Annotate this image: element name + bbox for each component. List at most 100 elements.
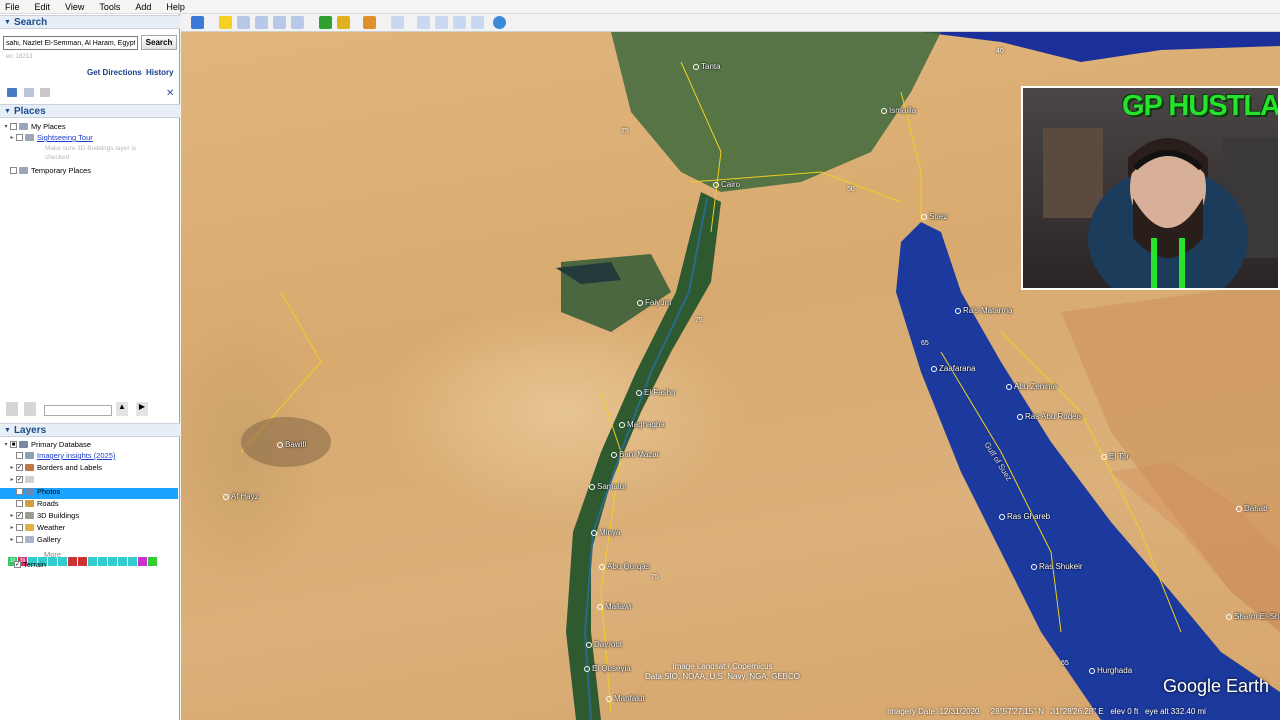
sun-icon[interactable] bbox=[337, 16, 350, 29]
city-label[interactable]: Al Hayz bbox=[223, 492, 259, 501]
layer-places[interactable]: ▸ ✓ Places bbox=[8, 474, 59, 485]
menu-help[interactable]: Help bbox=[165, 2, 186, 12]
checkbox[interactable] bbox=[16, 524, 23, 531]
expand-icon[interactable]: ▾ bbox=[2, 441, 10, 448]
print-icon[interactable] bbox=[40, 88, 50, 97]
city-label[interactable]: Hurghada bbox=[1089, 666, 1132, 675]
menu-view[interactable]: View bbox=[64, 2, 85, 12]
tree-item-my-places[interactable]: ▾ My Places bbox=[2, 121, 65, 132]
places-header[interactable]: ▼ Places bbox=[0, 104, 180, 118]
checkbox[interactable] bbox=[16, 536, 23, 543]
checkbox[interactable]: ✓ bbox=[16, 464, 23, 471]
history-link[interactable]: History bbox=[146, 68, 174, 77]
get-directions-link[interactable]: Get Directions bbox=[87, 68, 142, 77]
menu-edit[interactable]: Edit bbox=[34, 2, 52, 12]
city-label[interactable]: Ras Abu Rudeis bbox=[1017, 412, 1082, 421]
save-image-icon[interactable] bbox=[453, 16, 466, 29]
expand-icon[interactable]: ▸ bbox=[8, 476, 16, 483]
city-label[interactable]: Sharm El-Sheikh bbox=[1226, 612, 1280, 621]
historical-imagery-icon[interactable] bbox=[319, 16, 332, 29]
city-label[interactable]: Minya bbox=[591, 528, 620, 537]
city-label[interactable]: Ras Ghareb bbox=[999, 512, 1050, 521]
sidebar-toggle-icon[interactable] bbox=[191, 16, 204, 29]
city-label[interactable]: El Fashn bbox=[636, 388, 676, 397]
layer-imagery-insights[interactable]: Imagery insights (2025) bbox=[8, 450, 115, 461]
city-label[interactable]: Mallawi bbox=[597, 602, 632, 611]
city-label[interactable]: Zaafarana bbox=[931, 364, 975, 373]
expand-icon[interactable]: ▸ bbox=[8, 512, 16, 519]
city-label[interactable]: El Quseyia bbox=[584, 664, 631, 673]
tree-item-sightseeing-tour[interactable]: ▸ Sightseeing Tour bbox=[8, 132, 93, 143]
panel-icon[interactable] bbox=[24, 402, 36, 416]
path-icon[interactable] bbox=[255, 16, 268, 29]
checkbox[interactable] bbox=[16, 500, 23, 507]
city-label[interactable]: Bani Mazar bbox=[611, 450, 659, 459]
layers-header[interactable]: ▼ Layers bbox=[0, 423, 180, 437]
city-label[interactable]: Dahab bbox=[1236, 504, 1268, 513]
arrow-up-icon[interactable]: ▲ bbox=[116, 402, 128, 416]
city-label[interactable]: Ras Shukeir bbox=[1031, 562, 1083, 571]
search-button[interactable]: Search bbox=[141, 35, 177, 50]
layer-more[interactable]: More bbox=[44, 549, 61, 560]
city-label[interactable]: Ra's Matarma bbox=[955, 306, 1013, 315]
menu-tools[interactable]: Tools bbox=[98, 2, 121, 12]
expand-icon[interactable]: ▸ bbox=[8, 464, 16, 471]
search-icon[interactable] bbox=[6, 402, 18, 416]
search-header[interactable]: ▼ Search bbox=[0, 15, 180, 29]
menu-file[interactable]: File bbox=[4, 2, 21, 12]
layer-gallery[interactable]: ▸ Gallery bbox=[8, 534, 60, 545]
copy-icon[interactable] bbox=[24, 88, 34, 97]
tree-item-temporary-places[interactable]: Temporary Places bbox=[2, 165, 91, 176]
city-label[interactable]: Faiyum bbox=[637, 298, 671, 307]
search-input[interactable] bbox=[3, 36, 138, 50]
layer-photos[interactable]: Photos bbox=[8, 486, 60, 497]
city-label[interactable]: Abu Zenima bbox=[1006, 382, 1057, 391]
city-label[interactable]: Abu Qurqas bbox=[599, 562, 650, 571]
city-label[interactable]: Maghagha bbox=[619, 420, 665, 429]
polygon-icon[interactable] bbox=[237, 16, 250, 29]
layer-borders-labels[interactable]: ▸ ✓ Borders and Labels bbox=[8, 462, 102, 473]
expand-icon[interactable]: ▾ bbox=[2, 123, 10, 130]
city-label[interactable]: Samalut bbox=[589, 482, 626, 491]
layer-3d-buildings[interactable]: ▸ ✓ 3D Buildings bbox=[8, 510, 79, 521]
tour-icon[interactable] bbox=[291, 16, 304, 29]
checkbox[interactable]: ✓ bbox=[16, 476, 23, 483]
email-icon[interactable] bbox=[417, 16, 430, 29]
placemark-icon[interactable] bbox=[219, 16, 232, 29]
overlay-icon[interactable] bbox=[273, 16, 286, 29]
city-label[interactable]: El Tor bbox=[1101, 452, 1129, 461]
checkbox[interactable] bbox=[16, 134, 23, 141]
earth-icon[interactable] bbox=[493, 16, 506, 29]
city-label[interactable]: Ismailia bbox=[881, 106, 916, 115]
checkbox[interactable] bbox=[10, 167, 17, 174]
layer-roads[interactable]: Roads bbox=[8, 498, 59, 509]
checkbox[interactable]: ✓ bbox=[14, 561, 21, 568]
checkbox[interactable]: ✓ bbox=[16, 512, 23, 519]
menu-add[interactable]: Add bbox=[134, 2, 152, 12]
city-label[interactable]: Manfalut bbox=[606, 694, 645, 703]
layer-search-input[interactable] bbox=[44, 405, 112, 416]
checkbox[interactable] bbox=[16, 452, 23, 459]
expand-icon[interactable]: ▸ bbox=[8, 536, 16, 543]
checkbox[interactable] bbox=[16, 488, 23, 495]
expand-icon[interactable]: ▸ bbox=[8, 134, 16, 141]
ruler-icon[interactable] bbox=[391, 16, 404, 29]
city-label[interactable]: Dayrout bbox=[586, 640, 622, 649]
arrow-right-icon[interactable]: ▶ bbox=[136, 402, 148, 416]
close-icon[interactable]: ✕ bbox=[166, 88, 174, 99]
maps-icon[interactable] bbox=[471, 16, 484, 29]
planets-icon[interactable] bbox=[363, 16, 376, 29]
layer-weather[interactable]: ▸ Weather bbox=[8, 522, 65, 533]
print-icon[interactable] bbox=[435, 16, 448, 29]
folder-icon[interactable] bbox=[7, 88, 17, 97]
city-label[interactable]: Suez bbox=[921, 212, 947, 221]
city-label[interactable]: Tanta bbox=[693, 62, 721, 71]
expand-icon[interactable]: ▸ bbox=[8, 524, 16, 531]
checkbox[interactable]: ■ bbox=[10, 441, 17, 448]
city-label[interactable]: Bawiti bbox=[277, 440, 306, 449]
layer-primary-database[interactable]: ▾ ■ Primary Database bbox=[2, 439, 91, 450]
layer-terrain[interactable]: ✓ Terrain bbox=[14, 559, 46, 570]
city-label[interactable]: Cairo bbox=[713, 180, 740, 189]
checkbox[interactable] bbox=[10, 123, 17, 130]
tree-label[interactable]: Sightseeing Tour bbox=[37, 133, 93, 142]
